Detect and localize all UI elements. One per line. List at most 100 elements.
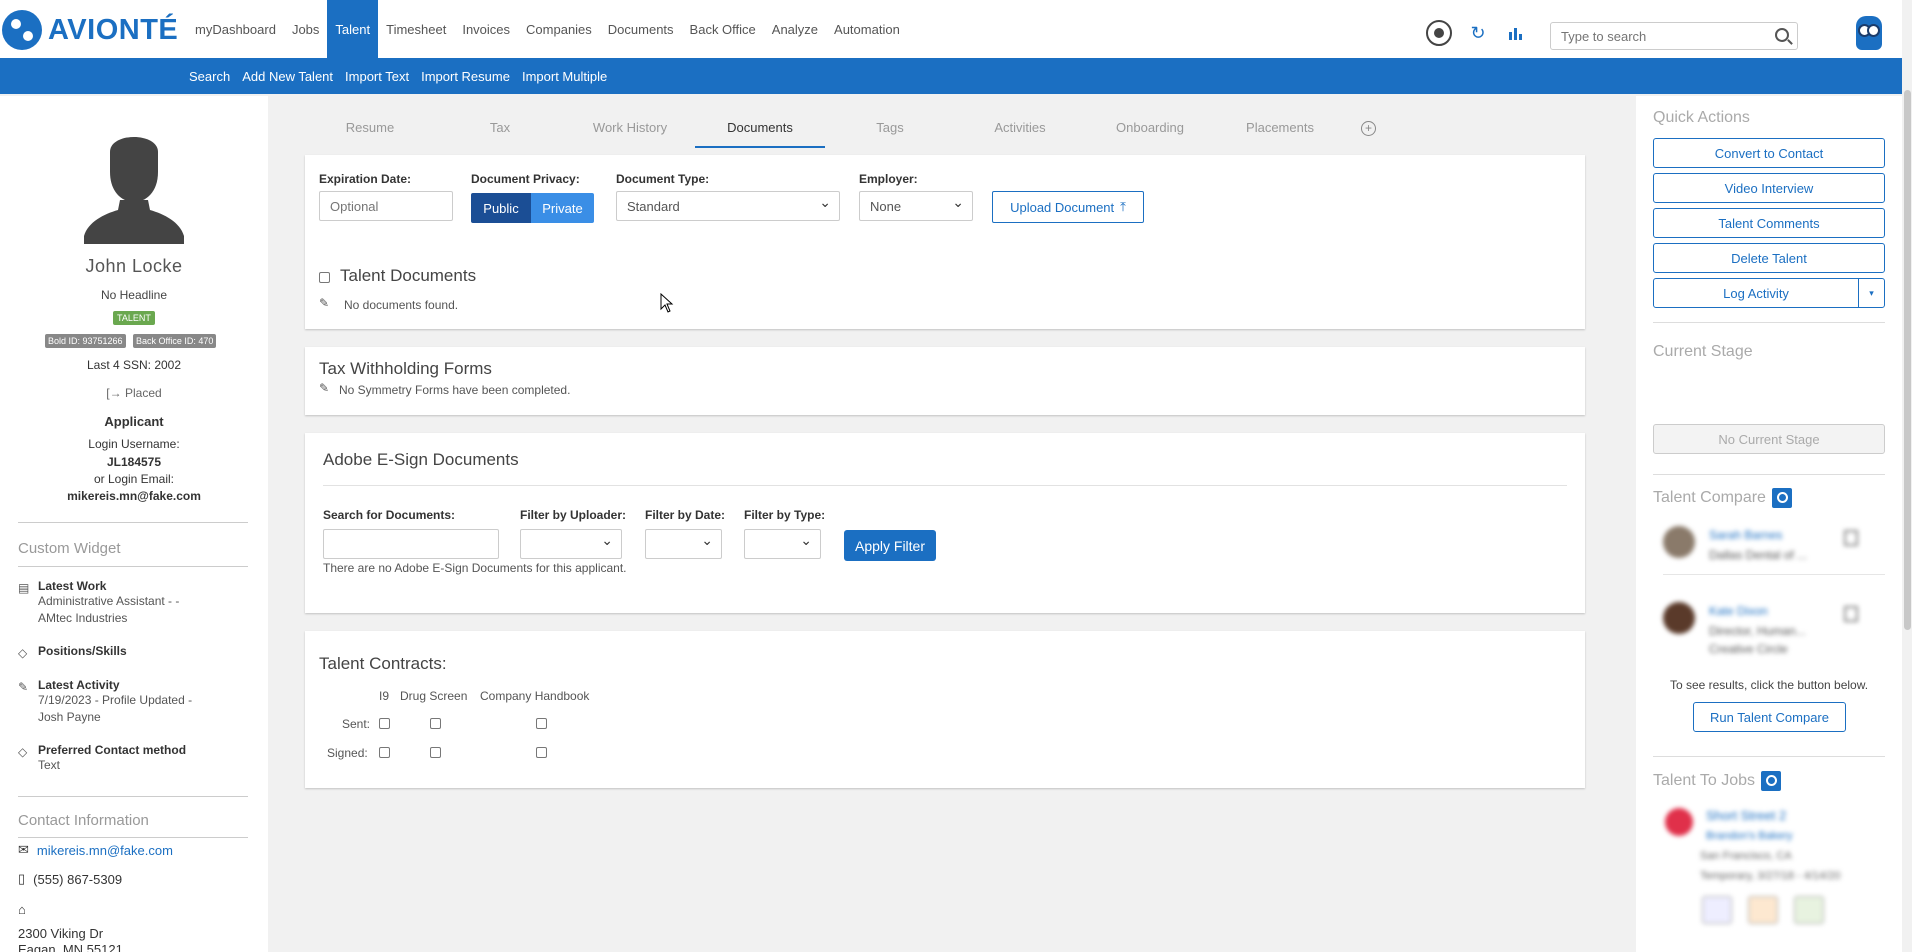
owl-mascot-icon[interactable] [1856,16,1882,50]
avatar [1663,602,1695,634]
latest-work-title: Latest Work [38,579,107,593]
profile-sidebar: John Locke No Headline TALENT Bold ID: 9… [0,96,268,952]
job-action-icon[interactable] [1748,896,1778,924]
type-select[interactable] [744,529,821,559]
nav-documents[interactable]: Documents [600,0,682,58]
tab-tags[interactable]: Tags [825,110,955,148]
subnav-import-text[interactable]: Import Text [345,69,415,84]
add-tab-icon[interactable]: + [1361,121,1376,136]
nav-timesheet[interactable]: Timesheet [378,0,454,58]
subnav-import-resume[interactable]: Import Resume [421,69,516,84]
employer-label: Employer: [859,172,918,186]
edit-icon[interactable]: ✎ [319,296,329,310]
tab-work-history[interactable]: Work History [565,110,695,148]
upload-document-button[interactable]: Upload Document ⤒ [992,191,1144,223]
apply-filter-button[interactable]: Apply Filter [844,530,936,561]
private-toggle[interactable]: Private [531,193,594,223]
placed-icon: [→ [106,386,122,400]
search-icon[interactable] [1761,771,1781,791]
right-sidebar: Quick Actions Convert to Contact Video I… [1636,96,1902,952]
document-icon[interactable] [1844,530,1858,546]
latest-work-company: AMtec Industries [38,611,128,625]
talent-to-jobs-header: Talent To Jobs [1653,771,1781,791]
job-action-icon[interactable] [1794,896,1824,924]
logo[interactable]: AVIONTÉ [2,10,178,50]
page-scrollbar[interactable] [1903,60,1912,952]
talent-documents-checkbox[interactable] [319,272,330,283]
talent-comments-button[interactable]: Talent Comments [1653,208,1885,238]
divider [323,485,1567,486]
bar-chart-icon[interactable] [1504,21,1528,45]
search-icon[interactable] [1775,28,1789,42]
scrollbar-thumb[interactable] [1904,90,1911,630]
compare-person-name[interactable]: Sarah Barnes [1709,528,1782,542]
uploader-select[interactable] [520,529,622,559]
edit-icon[interactable]: ✎ [319,381,329,395]
job-action-icon[interactable] [1702,896,1732,924]
signed-drug-screen-checkbox[interactable] [430,747,441,758]
divider [18,796,248,797]
log-activity-label: Log Activity [1723,285,1789,301]
nav-automation[interactable]: Automation [826,0,908,58]
subnav-search[interactable]: Search [189,69,236,84]
tag-icon: ◇ [18,745,28,759]
user-profile-icon[interactable] [1426,20,1452,46]
document-icon[interactable] [1844,606,1858,622]
address-line1: 2300 Viking Dr [18,926,104,941]
esign-title: Adobe E-Sign Documents [323,450,519,469]
run-talent-compare-button[interactable]: Run Talent Compare [1693,702,1846,732]
nav-jobs[interactable]: Jobs [284,0,327,58]
document-type-select[interactable]: Standard [616,191,840,221]
job-company[interactable]: Brandon's Bakery [1706,830,1792,842]
tab-tax[interactable]: Tax [435,110,565,148]
nav-talent[interactable]: Talent [327,0,379,58]
global-search-input[interactable] [1551,23,1761,49]
public-toggle[interactable]: Public [471,193,531,223]
tab-resume[interactable]: Resume [305,110,435,148]
tab-placements[interactable]: Placements [1215,110,1345,148]
subnav-import-multiple[interactable]: Import Multiple [522,69,613,84]
nav-analyze[interactable]: Analyze [764,0,826,58]
contact-address: ⌂ [18,902,26,917]
dropdown-caret-icon[interactable]: ▾ [1858,279,1884,307]
contact-email-link[interactable]: mikereis.mn@fake.com [37,843,173,858]
sent-drug-screen-checkbox[interactable] [430,718,441,729]
nav-back-office[interactable]: Back Office [682,0,764,58]
nav-dashboard[interactable]: myDashboard [187,0,284,58]
esign-search-input[interactable] [323,529,499,559]
employer-select[interactable]: None [859,191,973,221]
current-stage-title: Current Stage [1653,343,1753,360]
compare-person-name[interactable]: Kate Dixon [1709,604,1768,618]
sent-handbook-checkbox[interactable] [536,718,547,729]
convert-to-contact-button[interactable]: Convert to Contact [1653,138,1885,168]
talent-to-jobs-title: Talent To Jobs [1653,772,1755,790]
phone-icon: ▯ [18,871,26,886]
video-interview-button[interactable]: Video Interview [1653,173,1885,203]
subnav-add-new-talent[interactable]: Add New Talent [242,69,339,84]
talent-compare-title: Talent Compare [1653,489,1766,507]
job-location: San Francisco, CA [1700,850,1792,862]
delete-talent-button[interactable]: Delete Talent [1653,243,1885,273]
job-avatar [1665,808,1693,836]
nav-companies[interactable]: Companies [518,0,600,58]
ssn-text: Last 4 SSN: 2002 [86,358,182,372]
status-placed[interactable]: [→ Placed [0,386,268,400]
job-title[interactable]: Short Street 2 [1706,808,1786,823]
logo-icon [2,10,42,50]
sent-i9-checkbox[interactable] [379,718,390,729]
date-select[interactable] [645,529,722,559]
log-activity-button[interactable]: Log Activity ▾ [1653,278,1885,308]
tax-forms-title: Tax Withholding Forms [319,359,492,378]
top-navbar: AVIONTÉ myDashboard Jobs Talent Timeshee… [0,0,1902,58]
expiration-date-input[interactable] [319,191,453,221]
search-icon[interactable] [1771,488,1792,508]
tab-activities[interactable]: Activities [955,110,1085,148]
nav-invoices[interactable]: Invoices [454,0,518,58]
sub-nav: Search Add New Talent Import Text Import… [0,58,1902,94]
expiration-label: Expiration Date: [319,172,412,186]
signed-handbook-checkbox[interactable] [536,747,547,758]
tab-documents[interactable]: Documents [695,110,825,148]
refresh-icon[interactable]: ↻ [1466,21,1490,45]
signed-i9-checkbox[interactable] [379,747,390,758]
tab-onboarding[interactable]: Onboarding [1085,110,1215,148]
